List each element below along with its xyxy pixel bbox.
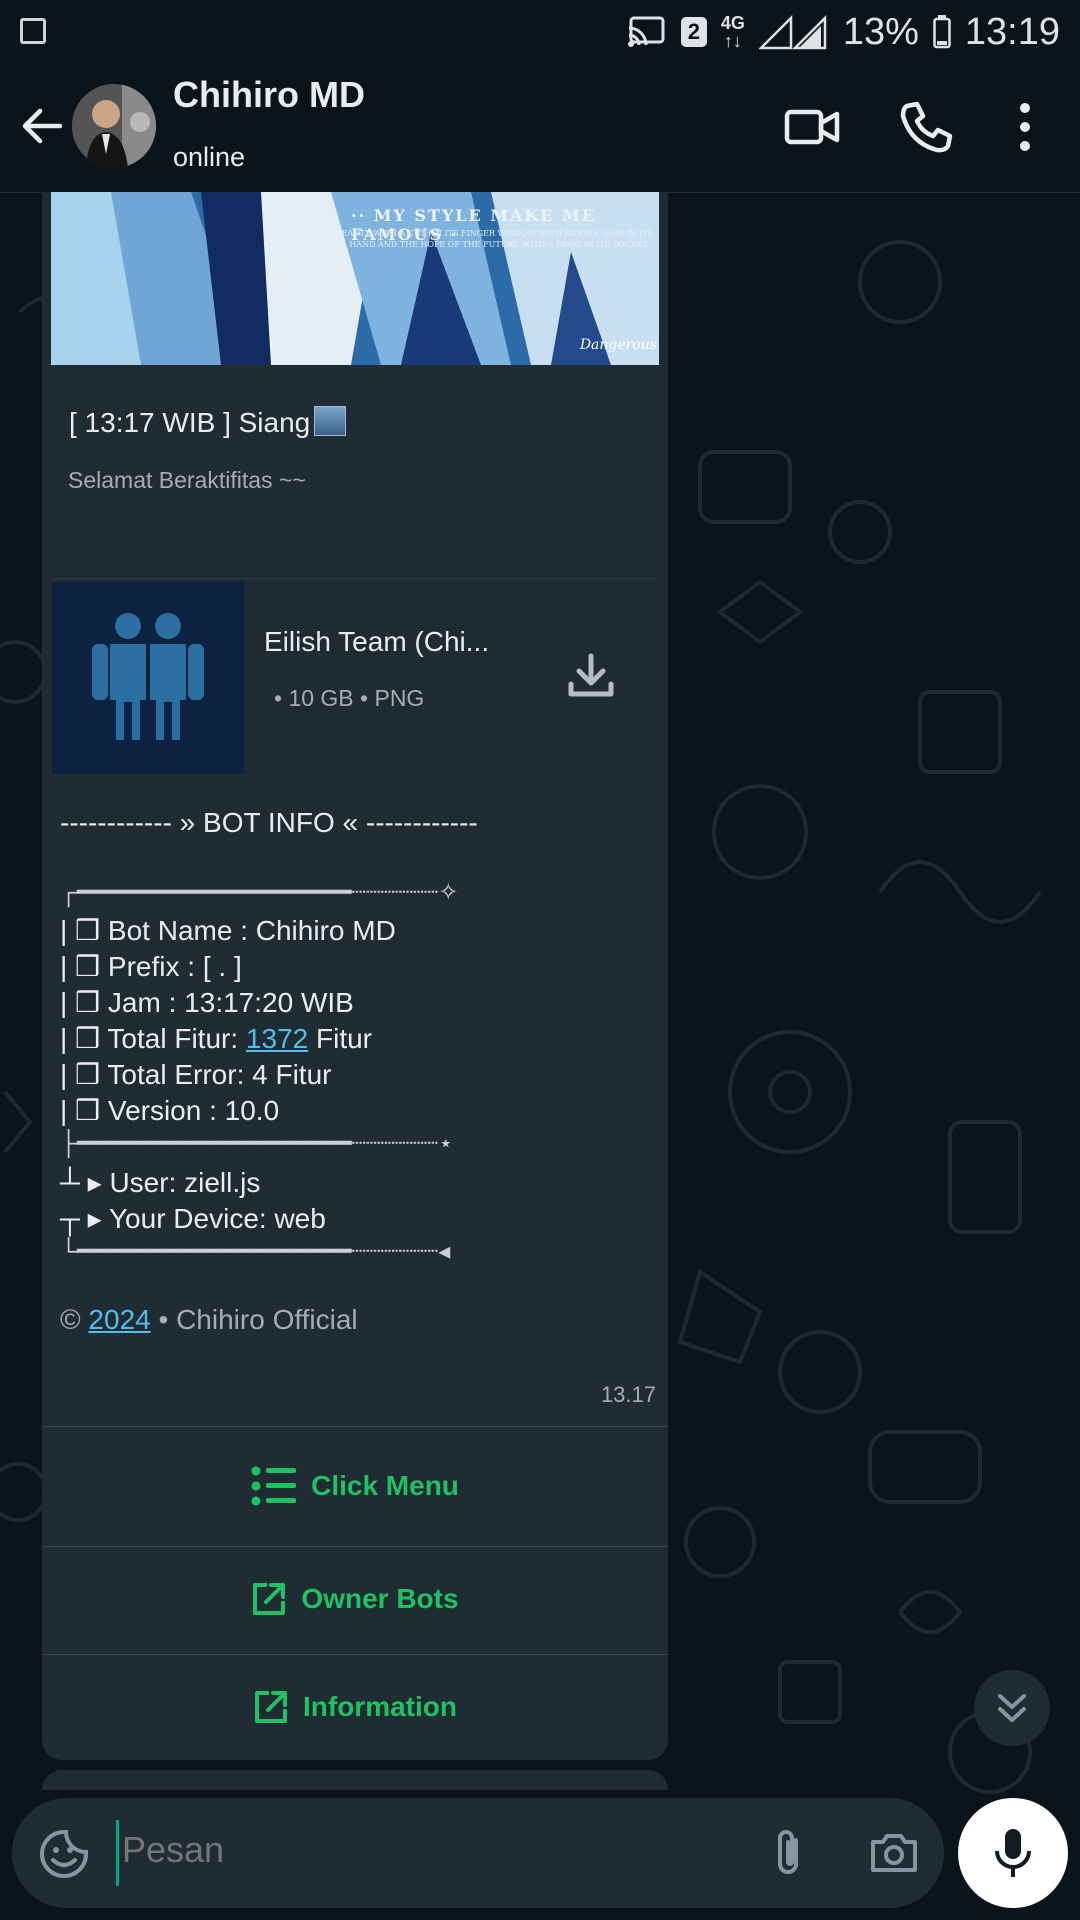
sim-badge: 2 (680, 17, 707, 47)
microphone-icon (995, 1829, 1031, 1877)
info-bot-name: | ❒ Bot Name : Chihiro MD (60, 915, 396, 946)
tree-top-border: ┌━━━━━━━━━━━━━━━━━━━┈┈┈┈┈┈✧ (60, 879, 459, 906)
attach-icon[interactable] (762, 1826, 816, 1880)
copyright-line: © 2024 • Chihiro Official (60, 1304, 358, 1336)
next-message-bubble (42, 1770, 668, 1790)
cityscape-emoji-icon (314, 406, 347, 436)
tree-bottom-border: └━━━━━━━━━━━━━━━━━━━┈┈┈┈┈┈◂ (60, 1238, 451, 1265)
text-cursor (116, 1820, 119, 1886)
info-user: ┴ ▸ User: ziell.js (60, 1167, 261, 1198)
list-icon (251, 1466, 297, 1506)
contact-avatar[interactable] (72, 84, 156, 168)
document-attachment[interactable]: Eilish Team (Chi... • 10 GB • PNG (52, 582, 658, 774)
info-device: ┬ ▸ Your Device: web (60, 1203, 326, 1234)
download-icon[interactable] (565, 650, 617, 702)
tree-mid-border: ├━━━━━━━━━━━━━━━━━━━┈┈┈┈┈┈⋆ (60, 1130, 454, 1157)
back-arrow-icon[interactable] (16, 100, 68, 152)
information-label: Information (303, 1691, 457, 1722)
team-people-icon (92, 613, 204, 740)
document-thumbnail (52, 582, 244, 774)
more-options-icon[interactable] (1000, 98, 1050, 156)
click-menu-label: Click Menu (311, 1470, 459, 1501)
copyright-year-link[interactable]: 2024 (88, 1304, 150, 1335)
total-features-link[interactable]: 1372 (246, 1023, 308, 1054)
video-call-icon[interactable] (783, 98, 841, 156)
total-features-suffix: Fitur (308, 1023, 372, 1054)
scroll-to-bottom-button[interactable] (974, 1670, 1050, 1746)
sticker-emoji-icon[interactable] (38, 1828, 90, 1880)
greeting-line: [ 13:17 WIB ] Siang (69, 406, 347, 439)
cast-icon (627, 15, 667, 49)
banner-tagline: BEAUTY WITH A CUT ON ITS FINGER WISDOM W… (335, 229, 653, 249)
divider (52, 578, 658, 579)
message-banner-image[interactable]: ·· MY STYLE MAKE ME FAMOUS · BEAUTY WITH… (51, 192, 659, 365)
battery-percent: 13% (842, 10, 919, 53)
document-meta: • 10 GB • PNG (274, 685, 425, 711)
owner-bots-button[interactable]: Owner Bots (42, 1545, 668, 1653)
status-bar: 2 4G ↑↓ 13% 13:19 (0, 0, 1080, 62)
gallery-notification-icon (20, 18, 46, 44)
voice-record-button[interactable] (958, 1798, 1068, 1908)
message-timestamp: 13.17 (600, 1382, 656, 1407)
chat-header: Chihiro MD online (0, 62, 1080, 193)
copyright-symbol: © (60, 1304, 89, 1335)
info-version: | ❒ Version : 10.0 (60, 1095, 280, 1126)
banner-signature: Dangerous (579, 337, 657, 353)
owner-bots-label: Owner Bots (301, 1583, 459, 1614)
info-prefix: | ❒ Prefix : [ . ] (60, 951, 242, 982)
external-link-icon (255, 1691, 287, 1723)
button-divider (42, 1426, 668, 1427)
contact-name[interactable]: Chihiro MD (173, 74, 365, 116)
battery-icon (933, 15, 951, 49)
contact-status: online (173, 142, 246, 172)
phone-call-icon[interactable] (897, 98, 955, 156)
status-bar-right: 2 4G ↑↓ 13% 13:19 (627, 8, 1060, 56)
message-input-bar (12, 1798, 944, 1908)
bot-info-title: ------------ » BOT INFO « ------------ (60, 807, 478, 838)
double-chevron-down-icon (998, 1694, 1026, 1722)
info-total-features: | ❒ Total Fitur: 1372 Fitur (60, 1022, 372, 1055)
copyright-owner: • Chihiro Official (150, 1304, 358, 1335)
info-clock: | ❒ Jam : 13:17:20 WIB (60, 987, 354, 1018)
information-button[interactable]: Information (42, 1653, 668, 1760)
message-input[interactable] (120, 1828, 644, 1872)
total-features-label: | ❒ Total Fitur: (60, 1023, 246, 1054)
click-menu-button[interactable]: Click Menu (42, 1432, 668, 1540)
clock: 13:19 (964, 10, 1060, 53)
greeting-text: [ 13:17 WIB ] Siang (69, 407, 311, 438)
message-bubble: ·· MY STYLE MAKE ME FAMOUS · BEAUTY WITH… (42, 192, 668, 1760)
camera-icon[interactable] (867, 1826, 921, 1880)
network-type: 4G ↑↓ (720, 13, 745, 51)
info-total-error: | ❒ Total Error: 4 Fitur (60, 1059, 332, 1090)
external-link-icon (253, 1583, 286, 1615)
document-name: Eilish Team (Chi... (264, 626, 490, 657)
signal-icon (758, 14, 829, 50)
sub-greeting: Selamat Beraktifitas ~~ (68, 467, 306, 493)
